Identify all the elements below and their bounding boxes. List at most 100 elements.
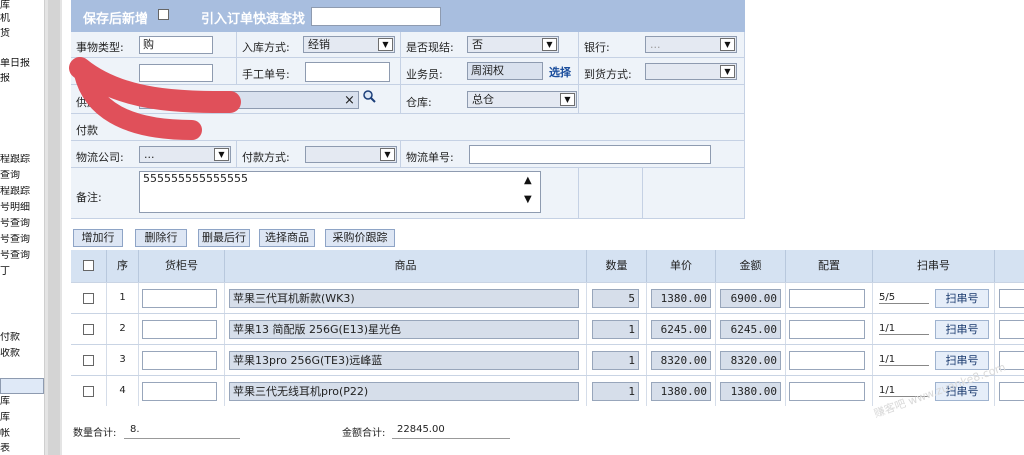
config-input[interactable]	[789, 320, 865, 339]
nav-item[interactable]: 收款	[0, 348, 44, 360]
product-input[interactable]: 苹果13pro 256G(TE3)远峰蓝	[229, 351, 579, 370]
left-nav-selected	[0, 378, 44, 394]
type-input[interactable]: 购	[139, 36, 213, 54]
row-select-cell	[71, 345, 107, 375]
container-input[interactable]	[142, 320, 217, 339]
manual-no-label: 手工单号:	[242, 68, 290, 81]
qty-input[interactable]: 1	[592, 382, 639, 401]
extra-input[interactable]	[999, 320, 1024, 339]
price-input[interactable]: 8320.00	[651, 351, 711, 370]
nav-item[interactable]: 表	[0, 443, 44, 455]
chevron-down-icon[interactable]: ▼	[524, 194, 532, 205]
container-input[interactable]	[142, 351, 217, 370]
amount-input[interactable]: 1380.00	[720, 382, 781, 401]
delete-row-button[interactable]: 删除行	[135, 229, 187, 247]
chevron-down-icon: ▼	[380, 148, 395, 161]
row-config-cell	[786, 345, 873, 375]
config-input[interactable]	[789, 289, 865, 308]
form-cell	[643, 168, 745, 219]
nav-item[interactable]: 号明细	[0, 202, 44, 214]
price-input[interactable]: 1380.00	[651, 382, 711, 401]
amount-input[interactable]: 6245.00	[720, 320, 781, 339]
scan-serial-button[interactable]: 扫串号	[935, 289, 989, 308]
nav-item[interactable]: 号查询	[0, 250, 44, 262]
amount-input[interactable]: 8320.00	[720, 351, 781, 370]
nav-item[interactable]: 报	[0, 73, 44, 85]
search-icon[interactable]	[362, 89, 376, 103]
salesman-select-link[interactable]: 选择	[549, 64, 571, 80]
page-scrollbar[interactable]	[44, 0, 63, 455]
row-price-cell: 6245.00	[647, 314, 716, 344]
container-input[interactable]	[142, 289, 217, 308]
nav-item[interactable]: 查询	[0, 170, 44, 182]
payment-account-label: 付款	[76, 124, 98, 137]
nav-item[interactable]: 机	[0, 13, 44, 25]
nav-item[interactable]: 程跟踪	[0, 186, 44, 198]
hidden-field-input[interactable]	[139, 64, 213, 82]
row-amount-cell: 1380.00	[716, 376, 786, 406]
table-row: 4 苹果三代无线耳机pro(P22) 1 1380.00 1380.00 1/1 扫串号	[71, 375, 1024, 406]
row-checkbox[interactable]	[83, 324, 94, 335]
type-label: 事物类型:	[76, 41, 124, 54]
save-new-checkbox[interactable]	[158, 9, 169, 20]
product-input[interactable]: 苹果三代耳机新款(WK3)	[229, 289, 579, 308]
nav-item[interactable]: 丁	[0, 266, 44, 278]
price-input[interactable]: 6245.00	[651, 320, 711, 339]
logistics-company-select[interactable]: ... ▼	[139, 146, 231, 163]
row-product-cell: 苹果13 简配版 256G(E13)星光色	[225, 314, 587, 344]
nav-item[interactable]: 号查询	[0, 218, 44, 230]
nav-item[interactable]: 库	[0, 412, 44, 424]
row-checkbox[interactable]	[83, 355, 94, 366]
select-all-checkbox[interactable]	[83, 260, 94, 271]
container-input[interactable]	[142, 382, 217, 401]
amount-input[interactable]: 6900.00	[720, 289, 781, 308]
qty-input[interactable]: 1	[592, 320, 639, 339]
nav-item[interactable]: 货	[0, 28, 44, 40]
nav-item[interactable]: 帐	[0, 428, 44, 440]
nav-item[interactable]: 库	[0, 396, 44, 408]
nav-item[interactable]: 号查询	[0, 234, 44, 246]
select-product-button[interactable]: 选择商品	[259, 229, 315, 247]
delete-last-row-button[interactable]: 删最后行	[198, 229, 250, 247]
in-method-select[interactable]: 经销 ▼	[303, 36, 395, 53]
row-checkbox[interactable]	[83, 386, 94, 397]
warehouse-value: 总仓	[472, 93, 494, 106]
nav-item[interactable]: 单日报	[0, 58, 44, 70]
price-input[interactable]: 1380.00	[651, 289, 711, 308]
config-input[interactable]	[789, 382, 865, 401]
row-checkbox[interactable]	[83, 293, 94, 304]
logistics-no-label: 物流单号:	[406, 151, 454, 164]
row-select-cell	[71, 314, 107, 344]
row-amount-cell: 6245.00	[716, 314, 786, 344]
manual-no-input[interactable]	[305, 62, 390, 82]
scan-serial-button[interactable]: 扫串号	[935, 320, 989, 339]
bank-select[interactable]: ... ▼	[645, 36, 737, 53]
supplier-input[interactable]	[139, 91, 359, 109]
nav-item[interactable]: 付款	[0, 332, 44, 344]
extra-input[interactable]	[999, 289, 1024, 308]
arrival-select[interactable]: ▼	[645, 63, 737, 80]
nav-item[interactable]: 库	[0, 0, 44, 12]
extra-input[interactable]	[999, 382, 1024, 401]
purchase-price-track-button[interactable]: 采购价跟踪	[325, 229, 395, 247]
row-price-cell: 1380.00	[647, 283, 716, 313]
qty-input[interactable]: 1	[592, 351, 639, 370]
clear-icon[interactable]: ×	[344, 93, 355, 108]
scrollbar-thumb[interactable]	[48, 0, 60, 455]
chevron-up-icon[interactable]: ▲	[524, 175, 532, 186]
warehouse-select[interactable]: 总仓 ▼	[467, 91, 577, 108]
quick-find-input[interactable]	[311, 7, 441, 26]
pay-method-select[interactable]: ▼	[305, 146, 397, 163]
row-price-cell: 1380.00	[647, 376, 716, 406]
remark-textarea[interactable]: 555555555555555	[139, 171, 541, 213]
product-input[interactable]: 苹果三代无线耳机pro(P22)	[229, 382, 579, 401]
row-scan-cell: 5/5 扫串号	[873, 283, 995, 313]
product-input[interactable]: 苹果13 简配版 256G(E13)星光色	[229, 320, 579, 339]
is-cash-select[interactable]: 否 ▼	[467, 36, 559, 53]
logistics-no-input[interactable]	[469, 145, 711, 164]
nav-item[interactable]: 程跟踪	[0, 154, 44, 166]
quick-find-label: 引入订单快速查找	[201, 12, 306, 27]
add-row-button[interactable]: 增加行	[73, 229, 123, 247]
config-input[interactable]	[789, 351, 865, 370]
qty-input[interactable]: 5	[592, 289, 639, 308]
